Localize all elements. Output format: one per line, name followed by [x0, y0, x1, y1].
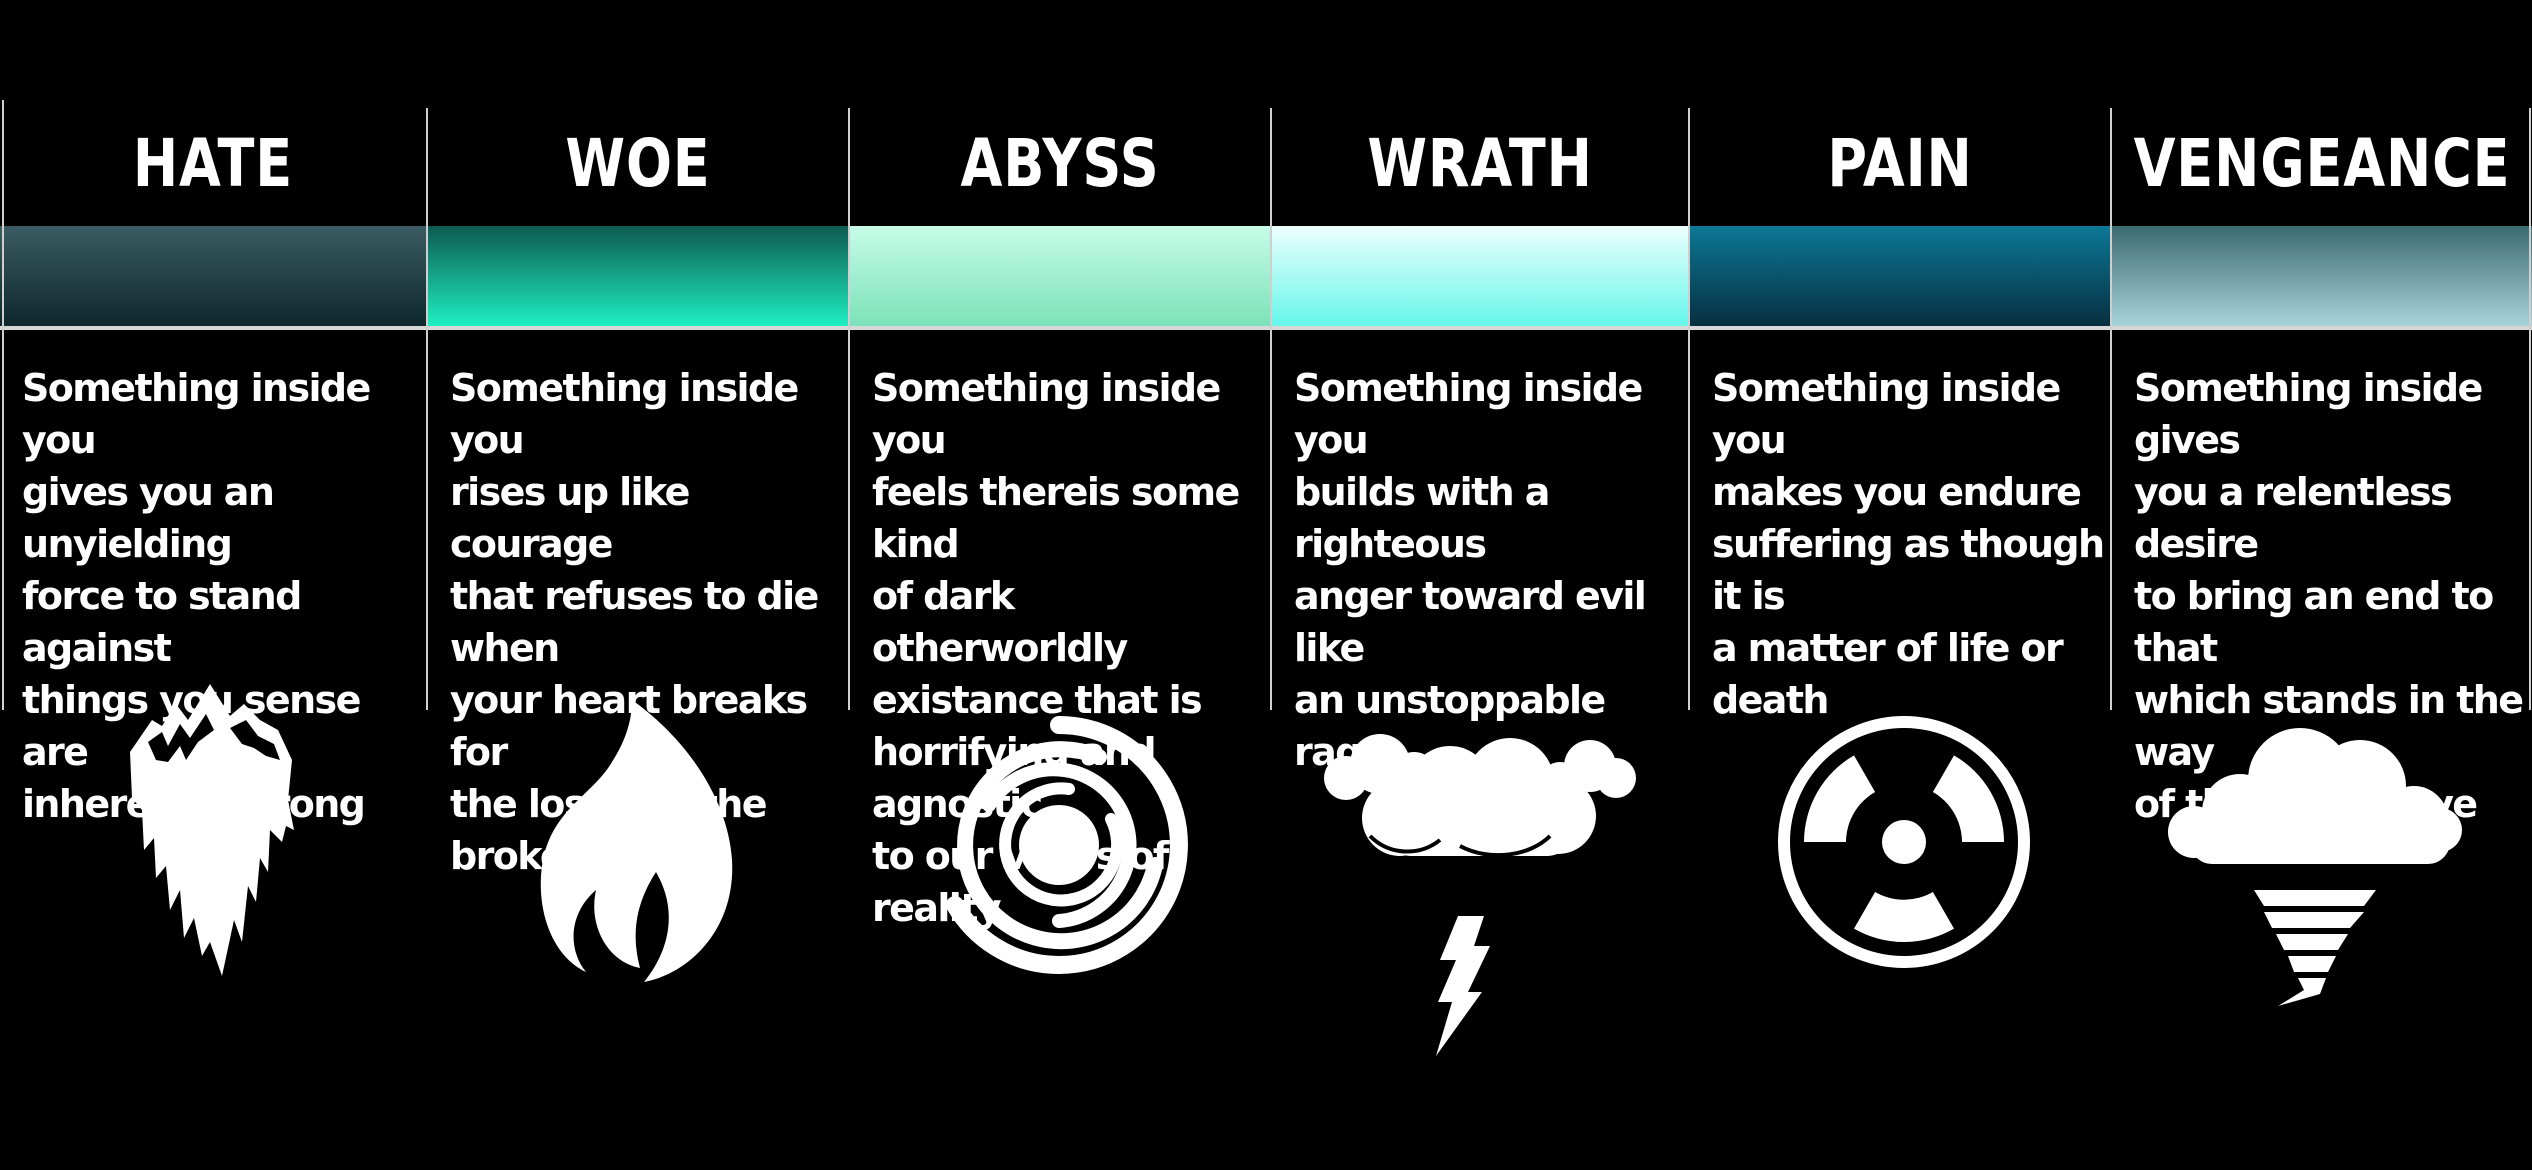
storm-cloud-lightning-icon — [1324, 734, 1636, 1056]
column-woe: WOE Something inside you rises up like c… — [428, 100, 848, 878]
column-abyss: ABYSS Something inside you feels thereis… — [850, 100, 1270, 930]
column-divider — [848, 108, 850, 710]
column-vengeance: VENGEANCE Something inside gives you a r… — [2112, 100, 2532, 826]
column-title: ABYSS — [960, 124, 1160, 202]
column-title: PAIN — [1827, 124, 1973, 202]
color-swatch — [2112, 226, 2532, 328]
color-swatch — [1272, 226, 1688, 328]
tornado-cloud-icon — [2168, 728, 2462, 1006]
color-swatch — [1690, 226, 2110, 328]
column-wrath: WRATH Something inside you builds with a… — [1272, 100, 1688, 774]
flame-icon — [540, 700, 733, 982]
column-title: WOE — [565, 124, 711, 202]
column-divider — [426, 108, 428, 710]
iceberg-icon — [130, 684, 294, 976]
color-swatch — [850, 226, 1270, 328]
column-pain: PAIN Something inside you makes you endu… — [1690, 100, 2110, 722]
vortex-icon — [946, 716, 1188, 974]
column-divider — [1688, 108, 1690, 710]
column-hate: HATE Something inside you gives you an u… — [0, 100, 426, 826]
radiation-icon — [1778, 716, 2030, 968]
column-divider — [2, 100, 4, 710]
column-divider — [2110, 108, 2112, 710]
column-divider — [2529, 108, 2531, 710]
column-description: Something inside you makes you endure su… — [1712, 366, 2105, 722]
column-title: WRATH — [1367, 124, 1593, 202]
column-title: HATE — [132, 124, 294, 202]
color-swatch — [0, 226, 426, 328]
color-swatch — [428, 226, 848, 328]
emotion-chart: HATE Something inside you gives you an u… — [0, 100, 2532, 930]
swatch-bottom-rule — [0, 326, 2532, 330]
column-title: VENGEANCE — [2133, 124, 2511, 202]
column-divider — [1270, 108, 1272, 710]
